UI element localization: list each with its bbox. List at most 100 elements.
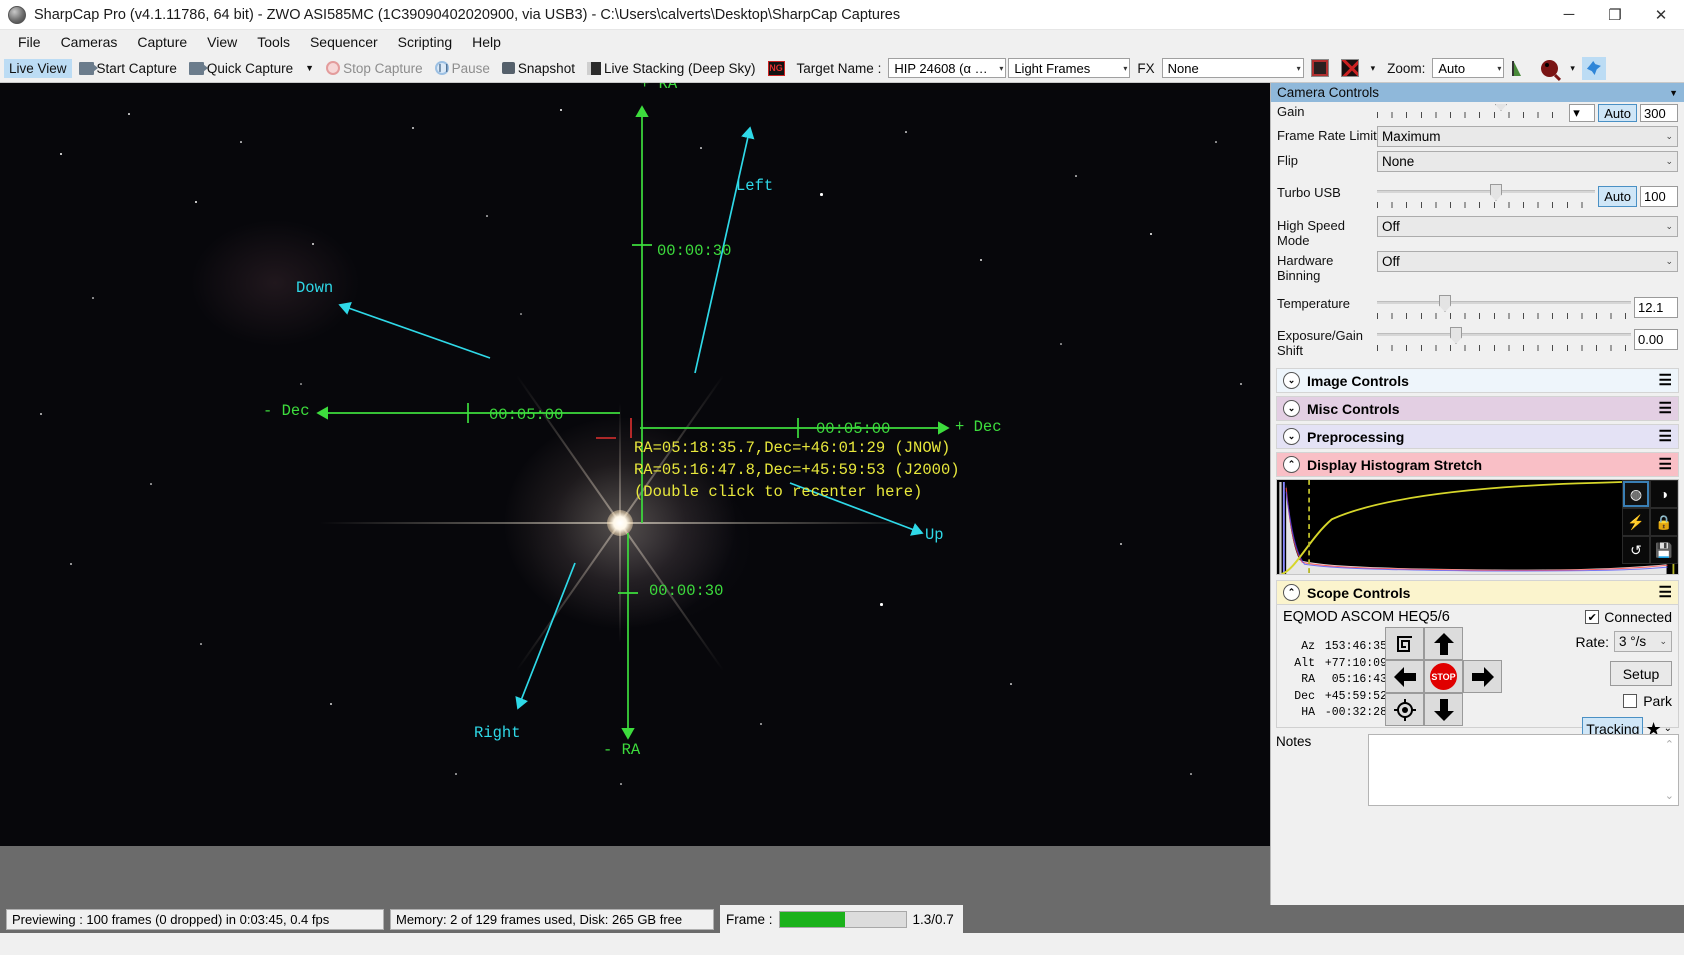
reticle-cross-button[interactable] — [1336, 57, 1364, 79]
scope-park-toggle[interactable]: Park — [1623, 693, 1672, 709]
chevron-down-icon[interactable]: ⌄ — [1283, 428, 1300, 445]
section-misc-controls[interactable]: ⌄ Misc Controls ☰ — [1276, 396, 1679, 421]
gain-value[interactable]: 300 — [1640, 104, 1678, 122]
minimize-button[interactable]: ─ — [1546, 0, 1592, 30]
move-east-button[interactable] — [1463, 660, 1502, 693]
camera-controls-header[interactable]: Camera Controls ▼ — [1271, 83, 1684, 102]
frame-rate-limit-select[interactable]: Maximum ⌄ — [1377, 126, 1678, 147]
gain-auto-button[interactable]: Auto — [1598, 104, 1637, 122]
scope-setup-button[interactable]: Setup — [1610, 661, 1672, 686]
chevron-down-icon[interactable]: ⌄ — [1665, 131, 1673, 142]
stop-slew-button[interactable]: STOP — [1424, 660, 1463, 693]
save-icon[interactable]: 💾 — [1650, 536, 1678, 564]
target-name-combo[interactable]: HIP 24608 (α … ▾ — [888, 58, 1007, 78]
snapshot-button[interactable]: Snapshot — [497, 59, 580, 78]
gain-dropdown[interactable]: ▾ — [1569, 104, 1596, 122]
spiral-search-button[interactable] — [1385, 627, 1424, 660]
section-scope-controls[interactable]: ⌃ Scope Controls ☰ — [1276, 580, 1679, 605]
reticle-dropdown[interactable]: ▾ — [1366, 62, 1381, 75]
move-south-button[interactable] — [1424, 693, 1463, 726]
menu-icon[interactable]: ☰ — [1659, 401, 1672, 416]
connect-button[interactable] — [1581, 56, 1606, 80]
section-image-controls[interactable]: ⌄ Image Controls ☰ — [1276, 368, 1679, 393]
live-view-button[interactable]: Live View — [4, 58, 72, 78]
chevron-down-icon[interactable]: ▾ — [1119, 64, 1127, 73]
close-button[interactable]: ✕ — [1638, 0, 1684, 30]
image-viewport[interactable]: + RA 00:00:30 00:05:00 - Dec 00:05:00 + … — [0, 83, 1270, 905]
chevron-down-icon[interactable]: ⌄ — [1283, 400, 1300, 417]
auto-stretch-icon[interactable]: ◍ — [1622, 480, 1650, 508]
fx-combo[interactable]: None ▾ — [1161, 58, 1304, 78]
center-target-button[interactable] — [1385, 693, 1424, 726]
reset-icon[interactable]: ↺ — [1622, 536, 1650, 564]
magnifier-dropdown[interactable]: ▾ — [1565, 62, 1580, 75]
chevron-up-icon[interactable]: ⌃ — [1665, 738, 1674, 751]
temperature-value[interactable]: 12.1 — [1634, 296, 1678, 318]
move-west-button[interactable] — [1385, 660, 1424, 693]
exposure-gain-shift-value[interactable]: 0.00 — [1634, 328, 1678, 350]
frame-type-combo[interactable]: Light Frames ▾ — [1008, 58, 1131, 78]
chevron-down-icon[interactable]: ⌄ — [1665, 156, 1673, 167]
stop-capture-button[interactable]: Stop Capture — [321, 59, 428, 78]
pause-button[interactable]: ❙❙ Pause — [430, 59, 495, 78]
menu-icon[interactable]: ☰ — [1659, 429, 1672, 444]
scope-connected-toggle[interactable]: ✔ Connected — [1585, 609, 1672, 625]
maximize-button[interactable]: ❐ — [1592, 0, 1638, 30]
menu-cameras[interactable]: Cameras — [51, 32, 128, 52]
histogram-tool-button[interactable] — [1506, 58, 1534, 78]
section-display-histogram-stretch[interactable]: ⌃ Display Histogram Stretch ☰ — [1276, 452, 1679, 477]
menu-file[interactable]: File — [8, 32, 51, 52]
quick-capture-dropdown[interactable]: ▼ — [300, 62, 319, 75]
menu-icon[interactable]: ☰ — [1659, 373, 1672, 388]
checkbox-icon[interactable]: ✔ — [1585, 610, 1600, 624]
chevron-down-icon[interactable]: ⌄ — [1659, 636, 1667, 647]
chevron-down-icon[interactable]: ▼ — [1669, 88, 1678, 98]
zoom-combo[interactable]: Auto ▾ — [1432, 58, 1505, 78]
arrow-left-icon — [1393, 666, 1416, 687]
magnifier-tool-button[interactable] — [1536, 58, 1563, 79]
menu-icon[interactable]: ☰ — [1659, 457, 1672, 472]
frame-progress-bar — [778, 910, 907, 928]
high-speed-mode-select[interactable]: Off ⌄ — [1377, 216, 1678, 237]
chevron-down-icon[interactable]: ▾ — [995, 64, 1003, 73]
section-preprocessing[interactable]: ⌄ Preprocessing ☰ — [1276, 424, 1679, 449]
contrast-icon[interactable]: ◑ — [1650, 480, 1678, 508]
menu-view[interactable]: View — [197, 32, 247, 52]
flip-select[interactable]: None ⌄ — [1377, 151, 1678, 172]
menu-capture[interactable]: Capture — [127, 32, 197, 52]
live-stacking-button[interactable]: Live Stacking (Deep Sky) — [582, 59, 761, 78]
stop-badge: STOP — [1430, 663, 1457, 690]
notes-input[interactable]: ⌃ ⌄ — [1368, 734, 1679, 806]
chevron-down-icon[interactable]: ⌄ — [1665, 256, 1673, 267]
move-north-button[interactable] — [1424, 627, 1463, 660]
scope-rate-select[interactable]: 3 °/s ⌄ — [1614, 631, 1672, 652]
chevron-down-icon[interactable]: ⌄ — [1664, 723, 1672, 734]
menu-scripting[interactable]: Scripting — [388, 32, 462, 52]
menu-sequencer[interactable]: Sequencer — [300, 32, 388, 52]
chevron-up-icon[interactable]: ⌃ — [1283, 584, 1300, 601]
reticle-outline-button[interactable] — [1306, 57, 1334, 79]
chevron-down-icon[interactable]: ⌄ — [1665, 789, 1674, 802]
chevron-up-icon[interactable]: ⌃ — [1283, 456, 1300, 473]
histogram-display[interactable]: ◍ ◑ ⚡ 🔒 ↺ 💾 — [1276, 479, 1679, 575]
hardware-binning-select[interactable]: Off ⌄ — [1377, 251, 1678, 272]
flash-icon[interactable]: ⚡ — [1622, 508, 1650, 536]
turbo-usb-auto-button[interactable]: Auto — [1598, 185, 1637, 207]
menu-help[interactable]: Help — [462, 32, 511, 52]
menu-tools[interactable]: Tools — [247, 32, 300, 52]
chevron-down-icon[interactable]: ⌄ — [1283, 372, 1300, 389]
menu-icon[interactable]: ☰ — [1659, 585, 1672, 600]
chevron-down-icon[interactable]: ⌄ — [1665, 221, 1673, 232]
overlay-label-tick-500-left: 00:05:00 — [489, 406, 564, 424]
night-vision-button[interactable]: NG — [763, 59, 790, 78]
quick-capture-button[interactable]: Quick Capture — [184, 59, 298, 78]
chevron-down-icon[interactable]: ▾ — [1293, 64, 1301, 73]
checkbox-icon[interactable] — [1623, 694, 1638, 708]
start-capture-button[interactable]: Start Capture — [74, 59, 182, 78]
camera-row-flip: Flip None ⌄ — [1277, 151, 1678, 173]
chevron-down-icon[interactable]: ▾ — [1493, 64, 1501, 73]
hardware-binning-label: Hardware Binning — [1277, 253, 1334, 283]
lock-icon[interactable]: 🔒 — [1650, 508, 1678, 536]
turbo-usb-value[interactable]: 100 — [1640, 185, 1678, 207]
frame-value: 1.3/0.7 — [912, 911, 954, 927]
